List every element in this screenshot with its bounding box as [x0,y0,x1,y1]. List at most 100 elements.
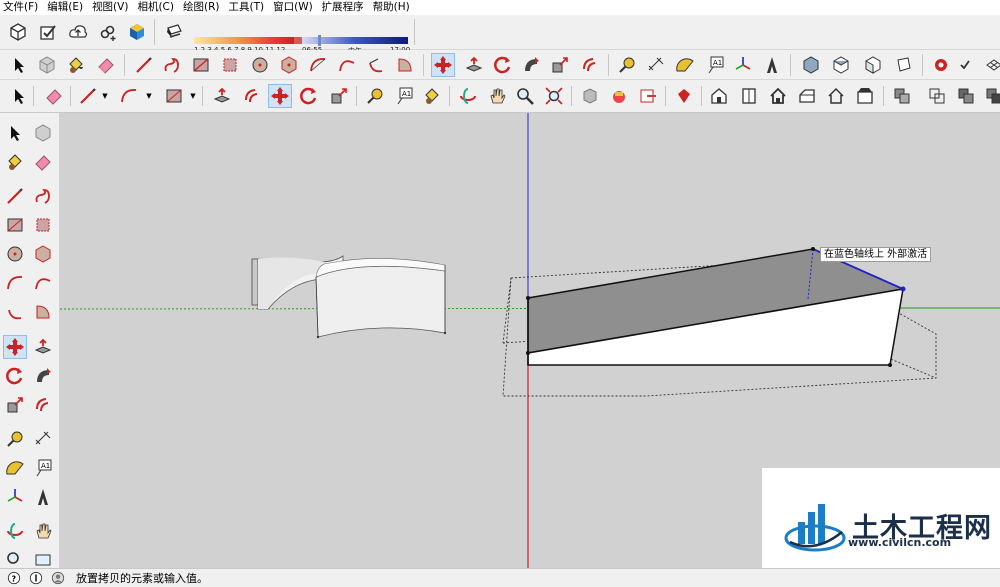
follow-me-icon[interactable] [519,53,543,77]
orbit-icon[interactable] [3,519,27,543]
grid-icon[interactable] [982,53,1000,77]
rectangle-icon[interactable] [3,213,27,237]
line-tool-icon[interactable] [76,84,100,108]
dimensions-icon[interactable] [644,53,668,77]
offset-icon[interactable] [578,53,602,77]
three-point-arc-icon[interactable] [364,53,388,77]
paint-bucket-icon[interactable] [3,150,27,174]
wireframe-style-icon[interactable] [925,84,949,108]
chevron-down-icon[interactable]: ▼ [145,92,153,100]
pencil-line-icon[interactable] [132,53,156,77]
pie-icon[interactable] [31,300,55,324]
select-arrow-icon[interactable] [3,121,27,145]
3d-text-icon[interactable] [760,53,784,77]
check-small-icon[interactable] [953,53,977,77]
paint-bucket-icon[interactable] [64,53,88,77]
tape-measure-icon[interactable] [363,84,387,108]
scale-icon[interactable] [3,393,27,417]
menu-window[interactable]: 窗口(W) [273,0,313,15]
menu-help[interactable]: 帮助(H) [373,0,410,15]
make-component-icon[interactable] [35,53,59,77]
polygon-icon[interactable] [31,242,55,266]
extension-manager-icon[interactable] [607,84,631,108]
extension-warehouse-icon[interactable] [125,20,149,44]
offset-icon[interactable] [31,393,55,417]
select-arrow-icon[interactable] [7,53,31,77]
user-account-icon[interactable] [50,570,66,586]
three-point-arc-icon[interactable] [3,300,27,324]
freehand-icon[interactable] [160,53,184,77]
move-icon[interactable] [3,335,27,359]
rotate-icon[interactable] [297,84,321,108]
paint-bucket-icon[interactable] [420,84,444,108]
dimensions-icon[interactable] [31,427,55,451]
top-view-house-icon[interactable] [737,84,761,108]
3d-warehouse-icon[interactable] [578,84,602,108]
geolocation-icon[interactable] [28,570,44,586]
right-house-icon[interactable] [795,84,819,108]
tape-measure-icon[interactable] [3,427,27,451]
circle-icon[interactable] [248,53,272,77]
front-view-icon[interactable] [861,53,885,77]
two-point-arc-icon[interactable] [335,53,359,77]
arc-icon[interactable] [3,271,27,295]
eraser-icon[interactable] [42,84,66,108]
checkbox-icon[interactable] [36,20,60,44]
menu-tools[interactable]: 工具(T) [228,0,264,15]
eraser-icon[interactable] [31,150,55,174]
wedge-model[interactable] [526,247,906,367]
follow-me-icon[interactable] [31,364,55,388]
menu-view[interactable]: 视图(V) [92,0,128,15]
top-view-icon[interactable] [829,53,853,77]
back-house-icon[interactable] [824,84,848,108]
orbit-icon[interactable] [456,84,480,108]
circle-icon[interactable] [3,242,27,266]
pan-hand-icon[interactable] [485,84,509,108]
link-plus-icon[interactable] [96,20,120,44]
shadows-toggle-icon[interactable] [162,20,186,44]
protractor-icon[interactable] [673,53,697,77]
arc-icon[interactable] [306,53,330,77]
rotated-rectangle-icon[interactable] [31,213,55,237]
pie-icon[interactable] [393,53,417,77]
menu-extensions[interactable]: 扩展程序 [322,0,364,15]
chevron-down-icon[interactable]: ▼ [189,92,197,100]
rotated-rectangle-icon[interactable] [218,53,242,77]
3d-text-icon[interactable] [31,485,55,509]
zoom-extents-icon[interactable] [542,84,566,108]
ruby-console-icon[interactable] [672,84,696,108]
menu-edit[interactable]: 编辑(E) [47,0,83,15]
text-label-icon[interactable]: A1 [392,84,416,108]
select-arrow-icon[interactable] [7,84,31,108]
axes-icon[interactable] [731,53,755,77]
menu-camera[interactable]: 相机(C) [137,0,174,15]
sandbox-icon[interactable] [929,53,953,77]
push-pull-icon[interactable] [31,335,55,359]
menu-draw[interactable]: 绘图(R) [183,0,220,15]
pan-hand-icon[interactable] [31,519,55,543]
text-label-icon[interactable]: A1 [31,456,55,480]
menu-file[interactable]: 文件(F) [3,0,38,15]
xray-style-icon[interactable] [890,84,914,108]
eraser-icon[interactable] [94,53,118,77]
two-point-arc-icon[interactable] [31,271,55,295]
move-icon[interactable] [431,53,455,77]
scale-icon[interactable] [327,84,351,108]
chevron-down-icon[interactable]: ▼ [101,92,109,100]
axes-icon[interactable] [3,485,27,509]
layout-send-icon[interactable] [636,84,660,108]
move-icon[interactable] [268,84,292,108]
right-view-icon[interactable] [892,53,916,77]
curved-wall-model[interactable] [251,255,447,339]
protractor-icon[interactable] [3,456,27,480]
text-label-icon[interactable]: A1 [703,53,727,77]
shaded-style-icon[interactable] [954,84,978,108]
iso-house-icon[interactable] [707,84,731,108]
textured-style-icon[interactable] [982,84,1000,108]
iso-view-icon[interactable] [799,53,823,77]
rectangle-icon[interactable] [189,53,213,77]
pencil-line-icon[interactable] [3,184,27,208]
shape-tool-icon[interactable] [162,84,186,108]
rotate-icon[interactable] [491,53,515,77]
make-component-icon[interactable] [31,121,55,145]
